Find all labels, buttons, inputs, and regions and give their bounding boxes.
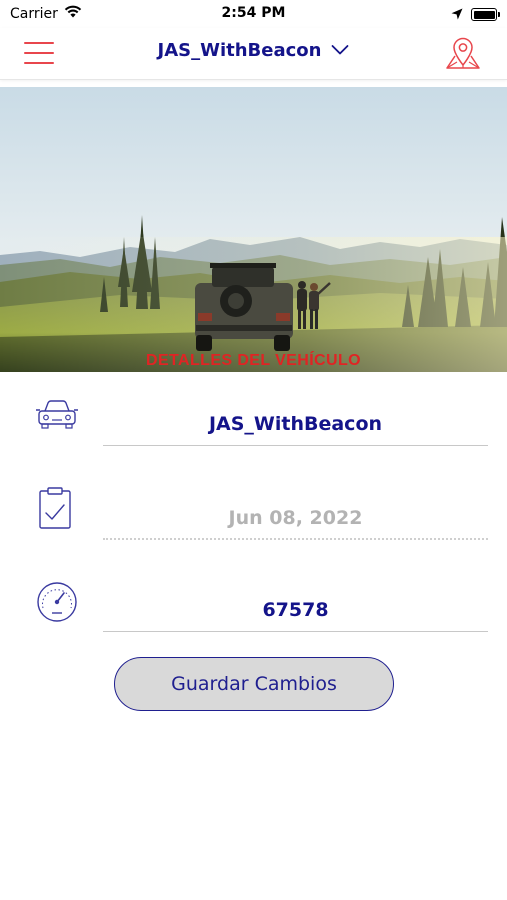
speedometer-icon — [34, 580, 80, 626]
date-field[interactable]: Jun 08, 2022 — [103, 496, 488, 540]
vehicle-selector[interactable]: JAS_WithBeacon — [0, 40, 507, 61]
map-pin-icon[interactable] — [443, 34, 483, 72]
status-right — [451, 5, 500, 24]
odometer-field[interactable]: 67578 — [103, 588, 488, 632]
chevron-down-icon — [331, 41, 349, 60]
vehicle-name-field[interactable]: JAS_WithBeacon — [103, 402, 488, 446]
car-icon — [34, 398, 80, 444]
hero-image: DETALLES DEL VEHÍCULO — [0, 87, 507, 372]
nav-bar: JAS_WithBeacon — [0, 28, 507, 80]
save-changes-button[interactable]: Guardar Cambios — [114, 657, 394, 711]
status-time: 2:54 PM — [221, 5, 286, 21]
nav-title: JAS_WithBeacon — [157, 40, 322, 61]
location-arrow-icon — [451, 5, 463, 24]
battery-icon — [471, 8, 500, 21]
clipboard-check-icon — [34, 486, 80, 532]
status-bar: Carrier 2:54 PM — [0, 0, 507, 28]
hero-caption: DETALLES DEL VEHÍCULO — [146, 352, 361, 369]
